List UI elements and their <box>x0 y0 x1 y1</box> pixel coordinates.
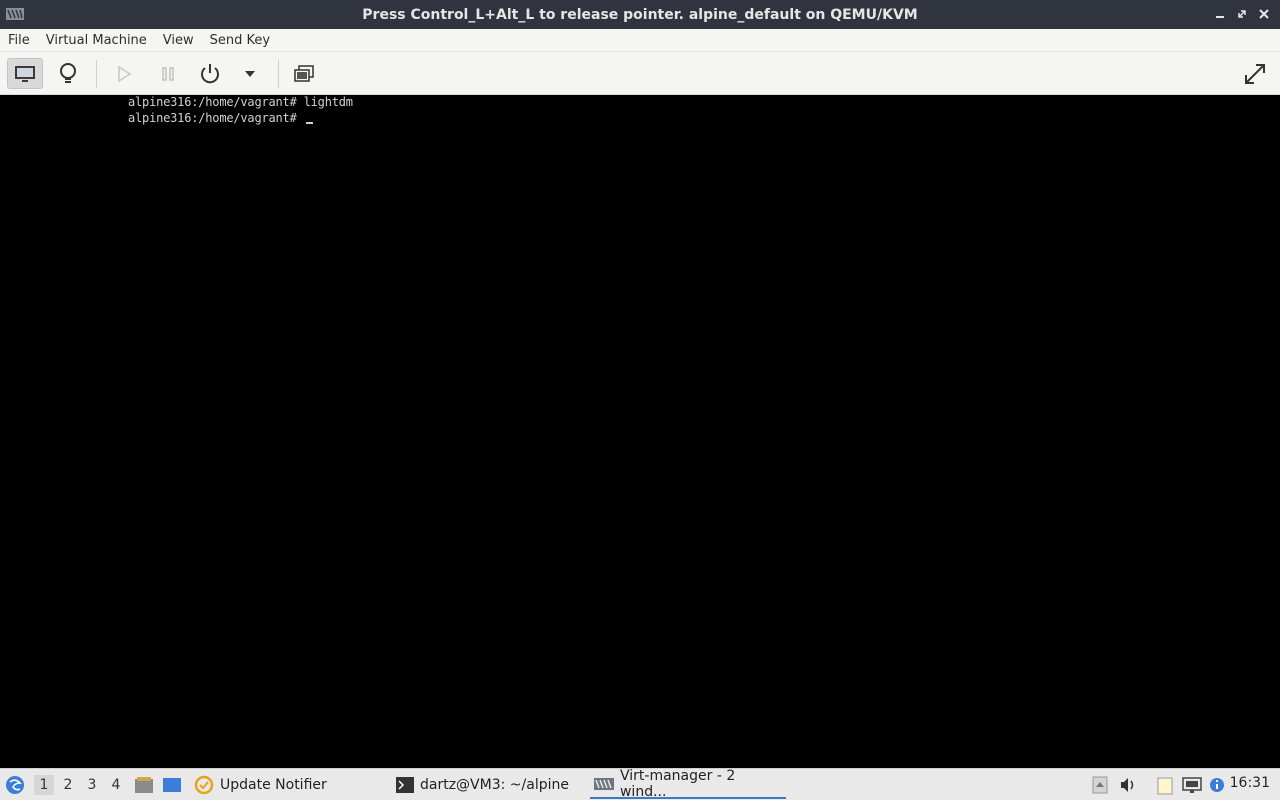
minimize-icon[interactable] <box>1212 6 1228 22</box>
info-icon <box>1210 778 1224 792</box>
toolbar-separator <box>96 60 97 88</box>
workspace-1[interactable]: 1 <box>34 775 54 795</box>
toolbar-separator <box>278 60 279 88</box>
menu-virtual-machine[interactable]: Virtual Machine <box>38 33 155 48</box>
workspace-4[interactable]: 4 <box>106 775 126 795</box>
desktop-icon <box>163 778 181 792</box>
close-icon[interactable] <box>1256 6 1272 22</box>
virt-manager-icon <box>594 778 614 790</box>
lxqt-logo-icon <box>6 776 24 794</box>
virt-manager-icon <box>6 8 24 20</box>
menu-send-key[interactable]: Send Key <box>202 33 278 48</box>
toolbar <box>0 52 1280 95</box>
menubar: File Virtual Machine View Send Key <box>0 29 1280 52</box>
task-label: Virt-manager - 2 wind... <box>619 768 736 800</box>
show-desktop-button[interactable] <box>162 775 182 795</box>
snapshots-icon <box>294 64 314 82</box>
workspace-3[interactable]: 3 <box>82 775 102 795</box>
task-virt-manager[interactable]: Virt-manager - 2 wind... <box>590 768 786 800</box>
shutdown-button[interactable] <box>192 58 228 89</box>
details-button[interactable] <box>50 58 86 89</box>
fullscreen-button[interactable] <box>1237 58 1273 89</box>
terminal-cursor <box>305 122 313 124</box>
terminal-prompt: alpine316:/home/vagrant# <box>128 111 304 125</box>
workspace-2[interactable]: 2 <box>58 775 78 795</box>
terminal-icon <box>396 777 414 793</box>
title-bar: Press Control_L+Alt_L to release pointer… <box>0 0 1280 29</box>
power-icon <box>201 63 219 83</box>
window-title: Press Control_L+Alt_L to release pointer… <box>362 6 918 23</box>
volume-button[interactable] <box>1118 775 1138 795</box>
terminal-line: alpine316:/home/vagrant# lightdm <box>128 95 353 109</box>
update-notifier-icon <box>194 775 214 795</box>
file-manager-launcher[interactable] <box>134 775 154 795</box>
menu-file[interactable]: File <box>0 33 38 48</box>
monitor-icon <box>15 65 35 82</box>
tray-arrow-button[interactable] <box>1090 775 1110 795</box>
terminal-line: alpine316:/home/vagrant# <box>128 111 313 125</box>
network-icon <box>1182 777 1202 793</box>
volume-icon <box>1121 778 1134 792</box>
dropdown-arrow-icon <box>245 70 255 77</box>
console-button[interactable] <box>7 58 43 89</box>
clipboard-icon <box>1157 777 1173 795</box>
fullscreen-icon <box>1245 63 1265 84</box>
pause-button[interactable] <box>150 58 186 89</box>
snapshots-button[interactable] <box>286 58 322 89</box>
start-menu-button[interactable] <box>5 775 25 795</box>
vm-console-display[interactable]: alpine316:/home/vagrant# lightdm alpine3… <box>0 95 1280 768</box>
shutdown-menu-button[interactable] <box>232 58 268 89</box>
task-label: dartz@VM3: ~/alpine <box>420 777 569 793</box>
file-manager-icon <box>135 777 153 793</box>
clipboard-button[interactable] <box>1155 775 1175 795</box>
run-button[interactable] <box>106 58 142 89</box>
update-tray-button[interactable] <box>1207 775 1227 795</box>
tray-expand-icon <box>1092 776 1108 794</box>
restore-icon[interactable] <box>1234 6 1250 22</box>
taskbar: 1 2 3 4 Update Notifier dartz@VM3: ~/alp… <box>0 768 1280 800</box>
menu-view[interactable]: View <box>155 33 202 48</box>
network-button[interactable] <box>1182 775 1202 795</box>
play-icon <box>118 65 132 82</box>
clock[interactable]: 16:31 <box>1230 775 1270 791</box>
task-terminal[interactable]: dartz@VM3: ~/alpine <box>392 771 586 799</box>
task-update-notifier[interactable]: Update Notifier <box>190 771 386 799</box>
lightbulb-icon <box>60 62 76 83</box>
pause-icon <box>162 66 174 81</box>
task-label: Update Notifier <box>220 777 327 793</box>
